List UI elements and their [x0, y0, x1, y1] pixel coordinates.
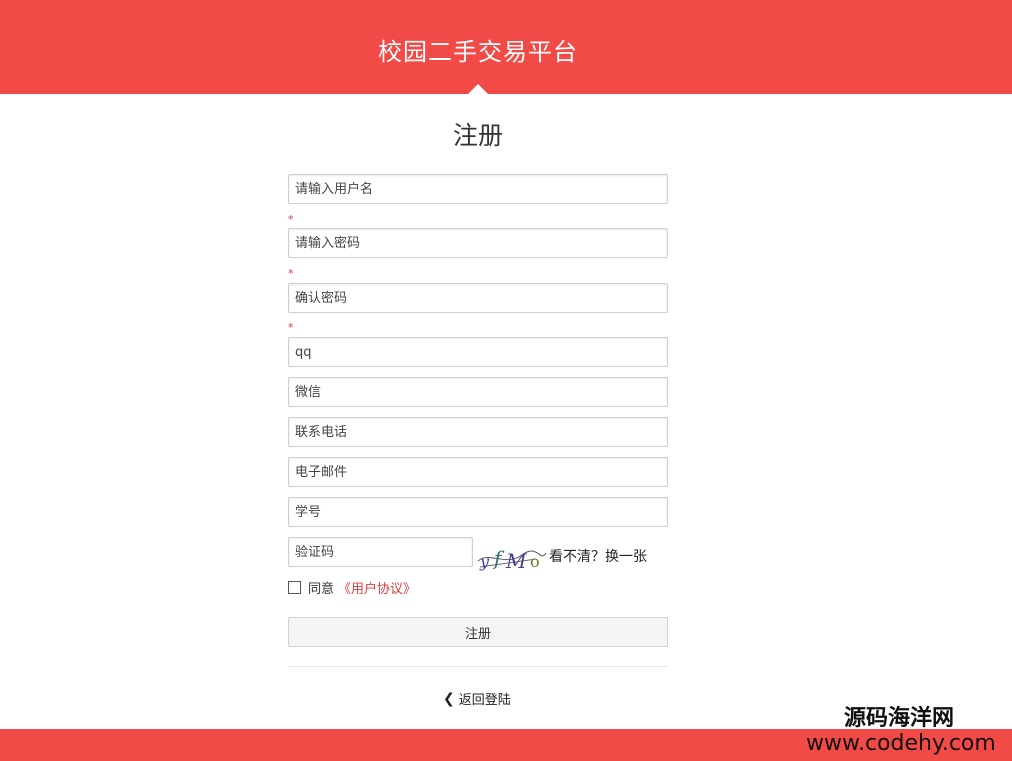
- required-mark: *: [288, 267, 294, 280]
- watermark-url: www.codehy.com: [806, 731, 996, 756]
- site-title: 校园二手交易平台: [378, 38, 578, 66]
- page-title: 注册: [452, 121, 503, 150]
- email-input[interactable]: [288, 457, 668, 487]
- header-pointer: [468, 84, 488, 94]
- confirm-password-input[interactable]: [288, 283, 668, 313]
- svg-text:f: f: [492, 546, 505, 570]
- header-bar: 校园二手交易平台: [0, 0, 1012, 94]
- student-id-input[interactable]: [288, 497, 668, 527]
- password-input[interactable]: [288, 228, 668, 258]
- required-mark: *: [288, 321, 294, 334]
- phone-input[interactable]: [288, 417, 668, 447]
- wechat-input[interactable]: [288, 377, 668, 407]
- register-button[interactable]: 注册: [288, 617, 668, 647]
- chevron-left-icon: ❮: [443, 690, 455, 707]
- agreement-checkbox[interactable]: [288, 580, 301, 594]
- back-to-login-link[interactable]: ❮ 返回登陆: [443, 689, 511, 709]
- divider: [288, 666, 668, 667]
- svg-text:y: y: [479, 552, 490, 571]
- agreement-row: 同意 《用户协议》: [288, 578, 416, 597]
- captcha-image[interactable]: y f M o: [476, 541, 548, 571]
- captcha-input[interactable]: [288, 537, 473, 567]
- username-input[interactable]: [288, 174, 668, 204]
- back-to-login-label: 返回登陆: [458, 693, 511, 708]
- qq-input[interactable]: [288, 337, 668, 367]
- user-agreement-link[interactable]: 《用户协议》: [338, 578, 416, 597]
- required-mark: *: [288, 213, 294, 226]
- watermark-title: 源码海洋网: [844, 706, 955, 731]
- svg-text:o: o: [530, 552, 540, 571]
- captcha-refresh-link[interactable]: 看不清？换一张: [549, 546, 647, 566]
- agreement-label: 同意: [308, 581, 335, 597]
- svg-text:M: M: [505, 549, 527, 571]
